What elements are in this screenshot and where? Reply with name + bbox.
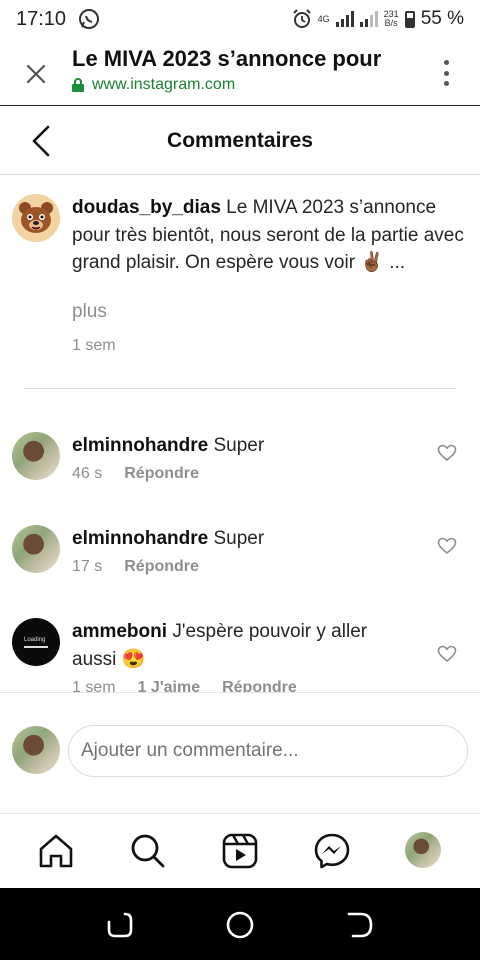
home-circle-icon[interactable]	[225, 910, 255, 940]
comment-input[interactable]	[68, 725, 468, 777]
battery-level: 55 %	[420, 8, 464, 29]
system-nav-bar	[0, 888, 480, 960]
search-icon[interactable]	[129, 832, 167, 870]
avatar[interactable]	[12, 432, 60, 480]
alarm-icon	[292, 9, 311, 28]
browser-page-title: Le MIVA 2023 s’annonce pour	[72, 46, 382, 71]
browser-url[interactable]: www.instagram.com	[72, 76, 235, 94]
caption-text: doudas_by_dias Le MIVA 2023 s’annonce po…	[72, 194, 464, 277]
heart-icon[interactable]	[437, 645, 457, 663]
comment-username[interactable]: elminnohandre	[72, 528, 208, 549]
status-time: 17:10	[16, 7, 67, 30]
url-text: www.instagram.com	[92, 76, 236, 93]
data-speed: 231 B/s	[384, 10, 399, 28]
data-speed-unit: B/s	[384, 18, 398, 28]
browser-bar: Le MIVA 2023 s’annonce pour www.instagra…	[0, 38, 480, 106]
comment-time: 46 s	[72, 465, 103, 482]
profile-avatar[interactable]	[405, 832, 441, 868]
avatar[interactable]	[12, 194, 60, 242]
comment-time: 17 s	[72, 558, 103, 575]
home-icon[interactable]	[37, 832, 75, 870]
comment-meta: 46 s Répondre	[72, 465, 199, 483]
recents-icon[interactable]	[105, 910, 135, 940]
reply-button[interactable]: Répondre	[124, 465, 199, 483]
reply-button[interactable]: Répondre	[222, 679, 297, 692]
comment-body: Super	[213, 435, 265, 456]
comment-text: elminnohandre Super	[72, 525, 412, 553]
battery-icon	[404, 10, 415, 28]
close-icon[interactable]	[22, 60, 50, 88]
more-vertical-icon[interactable]	[444, 60, 450, 86]
comment-username[interactable]: elminnohandre	[72, 435, 208, 456]
likes-count[interactable]: 1 J'aime	[138, 679, 201, 692]
comment-body: Super	[213, 528, 265, 549]
page-title: Commentaires	[167, 129, 313, 152]
comment-meta: 17 s Répondre	[72, 558, 199, 576]
avatar	[12, 726, 60, 774]
status-bar: 17:10 4G 231 B/s 55 %	[0, 0, 480, 38]
network-type: 4G	[317, 13, 330, 24]
caption-timestamp: 1 sem	[72, 337, 116, 354]
back-icon[interactable]	[345, 910, 375, 940]
whatsapp-icon	[79, 9, 100, 29]
reels-icon[interactable]	[221, 832, 259, 870]
comments-header: Commentaires	[0, 107, 480, 175]
heart-icon[interactable]	[437, 444, 457, 462]
comment-text: ammeboni J'espère pouvoir y aller aussi …	[72, 618, 412, 674]
bottom-nav	[0, 814, 480, 888]
caption-username[interactable]: doudas_by_dias	[72, 197, 221, 218]
avatar[interactable]	[12, 525, 60, 573]
bear-icon	[12, 194, 60, 242]
comment-username[interactable]: ammeboni	[72, 621, 167, 642]
messenger-icon[interactable]	[313, 832, 351, 870]
signal-2-icon	[359, 11, 378, 27]
signal-icon	[335, 11, 354, 27]
comments-list[interactable]: elminnohandre Super 46 s Répondre elminn…	[0, 390, 480, 692]
heart-icon[interactable]	[437, 537, 457, 555]
caption-more-link[interactable]: plus	[72, 301, 107, 323]
avatar[interactable]: Loading	[12, 618, 60, 666]
comment-text: elminnohandre Super	[72, 432, 412, 460]
comment-meta: 1 sem 1 J'aime Répondre	[72, 679, 297, 692]
avatar-text: Loading	[24, 637, 46, 643]
reply-button[interactable]: Répondre	[124, 558, 199, 576]
add-comment-bar	[0, 692, 480, 814]
lock-icon	[72, 78, 84, 92]
comment-time: 1 sem	[72, 679, 116, 692]
divider	[24, 388, 456, 389]
